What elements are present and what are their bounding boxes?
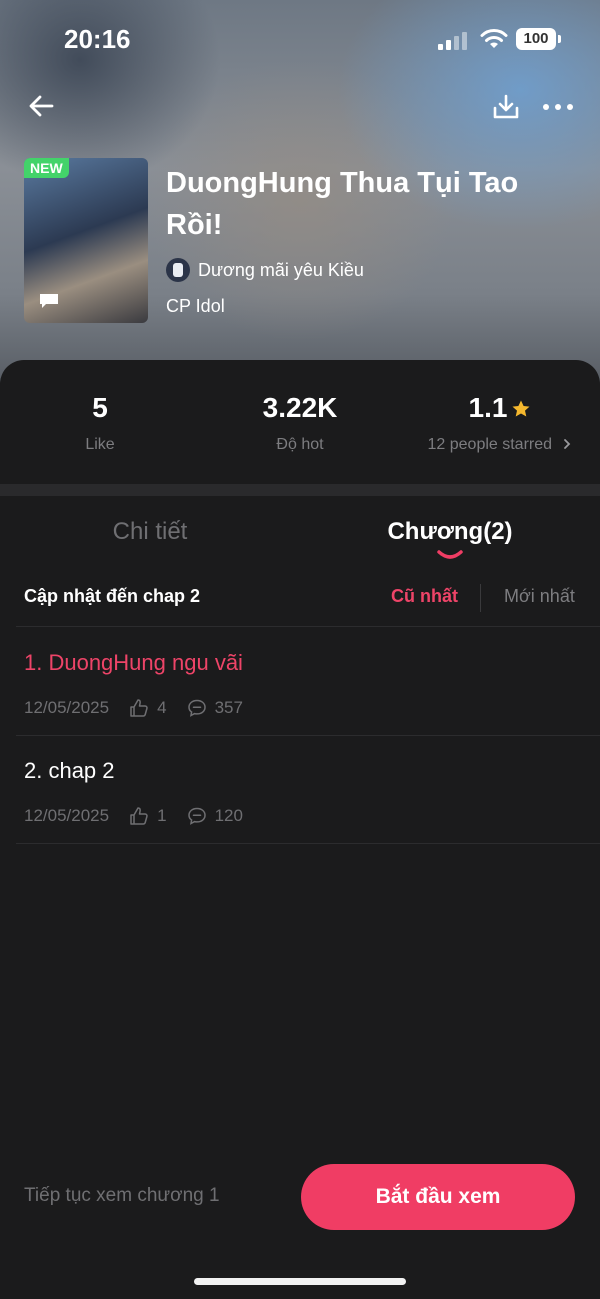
likes-value: 5	[92, 392, 108, 423]
book-category[interactable]: CP Idol	[166, 296, 225, 317]
row-divider	[16, 843, 600, 844]
rating-value-row: 1.1	[400, 390, 600, 426]
chapter-likes: 4	[157, 698, 167, 717]
stat-hot: 3.22K Độ hot	[200, 390, 400, 454]
active-tab-indicator	[437, 550, 463, 559]
row-divider	[16, 626, 600, 627]
continue-reading-link[interactable]: Tiếp tục xem chương 1	[24, 1185, 220, 1207]
chapter-item[interactable]: 2. chap 2 12/05/2025 1 120	[0, 736, 600, 842]
chapter-list-header: Cập nhật đến chap 2 Cũ nhất Mới nhất	[0, 574, 600, 626]
sort-oldest-button[interactable]: Cũ nhất	[391, 586, 458, 607]
author-link[interactable]: Dương mãi yêu Kiều	[166, 256, 364, 284]
chapter-meta: 12/05/2025 1 120	[24, 804, 243, 828]
content-panel: 5 Like 3.22K Độ hot 1.1 12 people starre…	[0, 360, 600, 1299]
author-name: Dương mãi yêu Kiều	[198, 259, 364, 280]
rating-value: 1.1	[468, 392, 508, 423]
thumbs-up-icon	[130, 807, 148, 825]
comment-icon	[187, 807, 206, 825]
chapter-comments: 120	[214, 806, 243, 825]
hot-label: Độ hot	[276, 436, 324, 453]
stats-row: 5 Like 3.22K Độ hot 1.1 12 people starre…	[0, 360, 600, 482]
chat-bubble-icon	[40, 294, 58, 308]
cover-image[interactable]: NEW	[24, 158, 148, 323]
rating-label-row: 12 people starred	[400, 436, 600, 454]
start-reading-button[interactable]: Bắt đầu xem	[301, 1164, 575, 1230]
home-indicator	[194, 1278, 406, 1285]
tab-bar: Chi tiết Chương(2)	[0, 508, 600, 564]
chapter-title: 2. chap 2	[24, 758, 115, 783]
sort-divider	[480, 584, 481, 612]
author-avatar	[166, 258, 190, 282]
wifi-icon	[480, 29, 508, 48]
stat-likes: 5 Like	[0, 390, 200, 454]
chevron-right-icon	[564, 439, 571, 449]
status-bar: 20:16 100	[0, 0, 600, 80]
cellular-signal-icon	[438, 32, 467, 50]
chapter-title: 1. DuongHung ngu vãi	[24, 650, 243, 675]
back-arrow-icon[interactable]	[26, 90, 58, 122]
book-title: DuongHung Thua Tụi Tao Rồi!	[166, 167, 519, 241]
more-icon[interactable]	[540, 95, 576, 119]
chapter-item[interactable]: 1. DuongHung ngu vãi 12/05/2025 4 357	[0, 628, 600, 734]
hot-value: 3.22K	[262, 392, 338, 423]
new-badge: NEW	[24, 158, 69, 178]
chapter-comments: 357	[214, 698, 243, 717]
download-icon[interactable]	[490, 92, 522, 122]
battery-indicator: 100	[516, 28, 561, 50]
chapter-meta: 12/05/2025 4 357	[24, 696, 243, 720]
section-divider	[0, 484, 600, 496]
sort-newest-button[interactable]: Mới nhất	[504, 586, 575, 607]
tab-detail[interactable]: Chi tiết	[30, 518, 270, 546]
update-status: Cập nhật đến chap 2	[24, 586, 201, 606]
star-icon	[512, 400, 530, 417]
tab-chapters[interactable]: Chương(2)	[330, 518, 570, 546]
status-time: 20:16	[64, 24, 131, 54]
chapter-date: 12/05/2025	[24, 806, 110, 825]
stat-rating[interactable]: 1.1 12 people starred	[400, 390, 600, 454]
rating-label: 12 people starred	[427, 436, 553, 453]
thumbs-up-icon	[130, 699, 148, 717]
chapter-date: 12/05/2025	[24, 698, 110, 717]
bottom-action-bar: Tiếp tục xem chương 1 Bắt đầu xem	[0, 1160, 600, 1234]
comment-icon	[187, 699, 206, 717]
chapter-likes: 1	[157, 806, 167, 825]
likes-label: Like	[85, 436, 115, 453]
